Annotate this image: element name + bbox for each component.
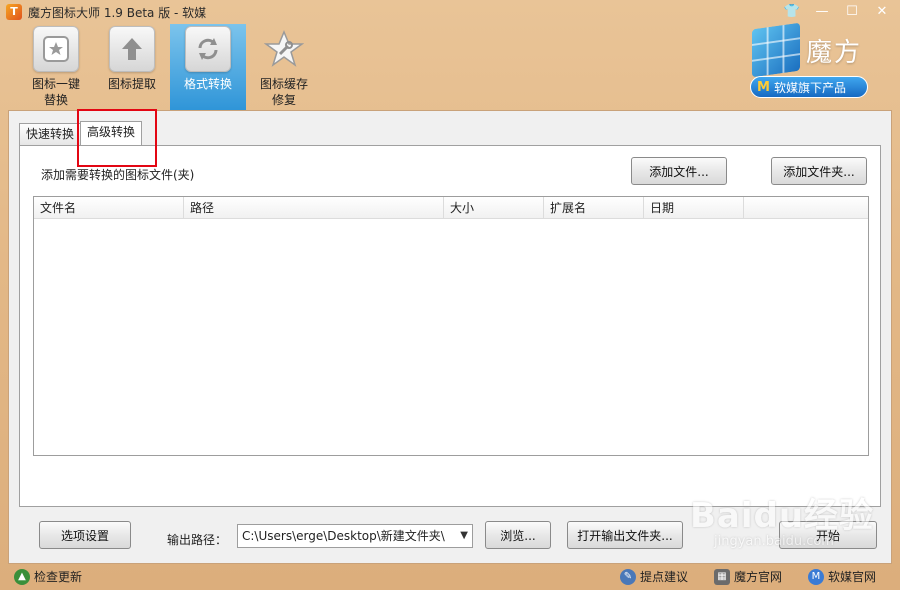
up-arrow-icon [109, 26, 155, 72]
tool-label: 图标提取 [107, 77, 156, 91]
column-header-filename[interactable]: 文件名 [34, 197, 184, 219]
tab-quick-convert[interactable]: 快速转换 [19, 123, 82, 145]
wrench-star-icon [261, 26, 307, 72]
minimize-icon[interactable]: — [812, 3, 832, 21]
star-card-icon [33, 26, 79, 72]
tool-format-convert[interactable]: 格式转换 [170, 24, 246, 110]
column-header-extension[interactable]: 扩展名 [544, 197, 644, 219]
tool-label: 图标缓存 修复 [259, 77, 308, 107]
file-table[interactable]: 文件名 路径 大小 扩展名 日期 [33, 196, 869, 456]
window-title: 魔方图标大师 1.9 Beta 版 - 软媒 [28, 5, 207, 20]
app-icon: T [6, 4, 22, 20]
ruanmei-badge[interactable]: M 软媒旗下产品 [750, 76, 868, 98]
ruanmei-site-label: 软媒官网 [828, 570, 877, 584]
close-icon[interactable]: ✕ [872, 3, 892, 21]
maximize-icon[interactable]: ☐ [842, 3, 862, 21]
check-update-link[interactable]: ▲ 检查更新 [14, 568, 82, 585]
column-header-path[interactable]: 路径 [184, 197, 444, 219]
check-update-label: 检查更新 [34, 570, 83, 584]
column-header-size[interactable]: 大小 [444, 197, 544, 219]
dropdown-arrow-icon[interactable]: ▼ [460, 525, 468, 547]
start-button[interactable]: 开始 [779, 521, 877, 549]
ruanmei-m-icon: M [808, 568, 824, 585]
grid-icon: ▦ [714, 568, 730, 585]
title-bar: T 魔方图标大师 1.9 Beta 版 - 软媒 👕 — ☐ ✕ [0, 0, 900, 24]
mofang-site-link[interactable]: ▦ 魔方官网 [714, 568, 782, 585]
output-path-select[interactable]: C:\Users\erge\Desktop\新建文件夹\ ▼ [237, 524, 473, 548]
options-button[interactable]: 选项设置 [39, 521, 131, 549]
cube-logo-icon [752, 22, 800, 78]
pencil-icon: ✎ [620, 568, 636, 585]
ruanmei-m-icon: M [757, 79, 770, 95]
output-path-label: 输出路径： [167, 533, 228, 547]
column-header-filler [744, 197, 868, 219]
brand-name: 魔方 [806, 38, 863, 68]
main-panel: 快速转换 高级转换 添加需要转换的图标文件(夹) 添加文件... 添加文件夹..… [8, 109, 892, 564]
tool-label: 图标一键 替换 [31, 77, 80, 107]
status-bar: ▲ 检查更新 ✎ 提点建议 ▦ 魔方官网 M 软媒官网 [0, 564, 900, 590]
badge-text: 软媒旗下产品 [773, 80, 846, 95]
add-folder-button[interactable]: 添加文件夹... [771, 157, 867, 185]
table-header: 文件名 路径 大小 扩展名 日期 [34, 197, 868, 219]
instruction-text: 添加需要转换的图标文件(夹) [41, 168, 195, 182]
output-path-value: C:\Users\erge\Desktop\新建文件夹\ [242, 529, 445, 543]
tab-strip: 快速转换 高级转换 [19, 121, 143, 145]
tab-advanced-convert[interactable]: 高级转换 [80, 121, 143, 145]
tool-icon-replace[interactable]: 图标一键 替换 [18, 24, 94, 110]
update-arrow-icon: ▲ [14, 568, 30, 585]
browse-button[interactable]: 浏览... [485, 521, 551, 549]
refresh-icon [185, 26, 231, 72]
suggest-label: 提点建议 [640, 570, 689, 584]
suggest-link[interactable]: ✎ 提点建议 [620, 568, 688, 585]
tool-cache-repair[interactable]: 图标缓存 修复 [246, 24, 322, 110]
open-output-folder-button[interactable]: 打开输出文件夹... [567, 521, 683, 549]
brand-logo: 魔方 M 软媒旗下产品 [750, 22, 880, 100]
window-controls: 👕 — ☐ ✕ [782, 3, 892, 21]
mofang-site-label: 魔方官网 [734, 570, 783, 584]
tool-label: 格式转换 [183, 77, 232, 91]
tool-icon-extract[interactable]: 图标提取 [94, 24, 170, 110]
column-header-date[interactable]: 日期 [644, 197, 744, 219]
add-file-button[interactable]: 添加文件... [631, 157, 727, 185]
skin-icon[interactable]: 👕 [782, 3, 802, 21]
ruanmei-site-link[interactable]: M 软媒官网 [808, 568, 876, 585]
main-toolbar: 图标一键 替换 图标提取 格式转换 图标缓存 修复 [18, 24, 322, 110]
